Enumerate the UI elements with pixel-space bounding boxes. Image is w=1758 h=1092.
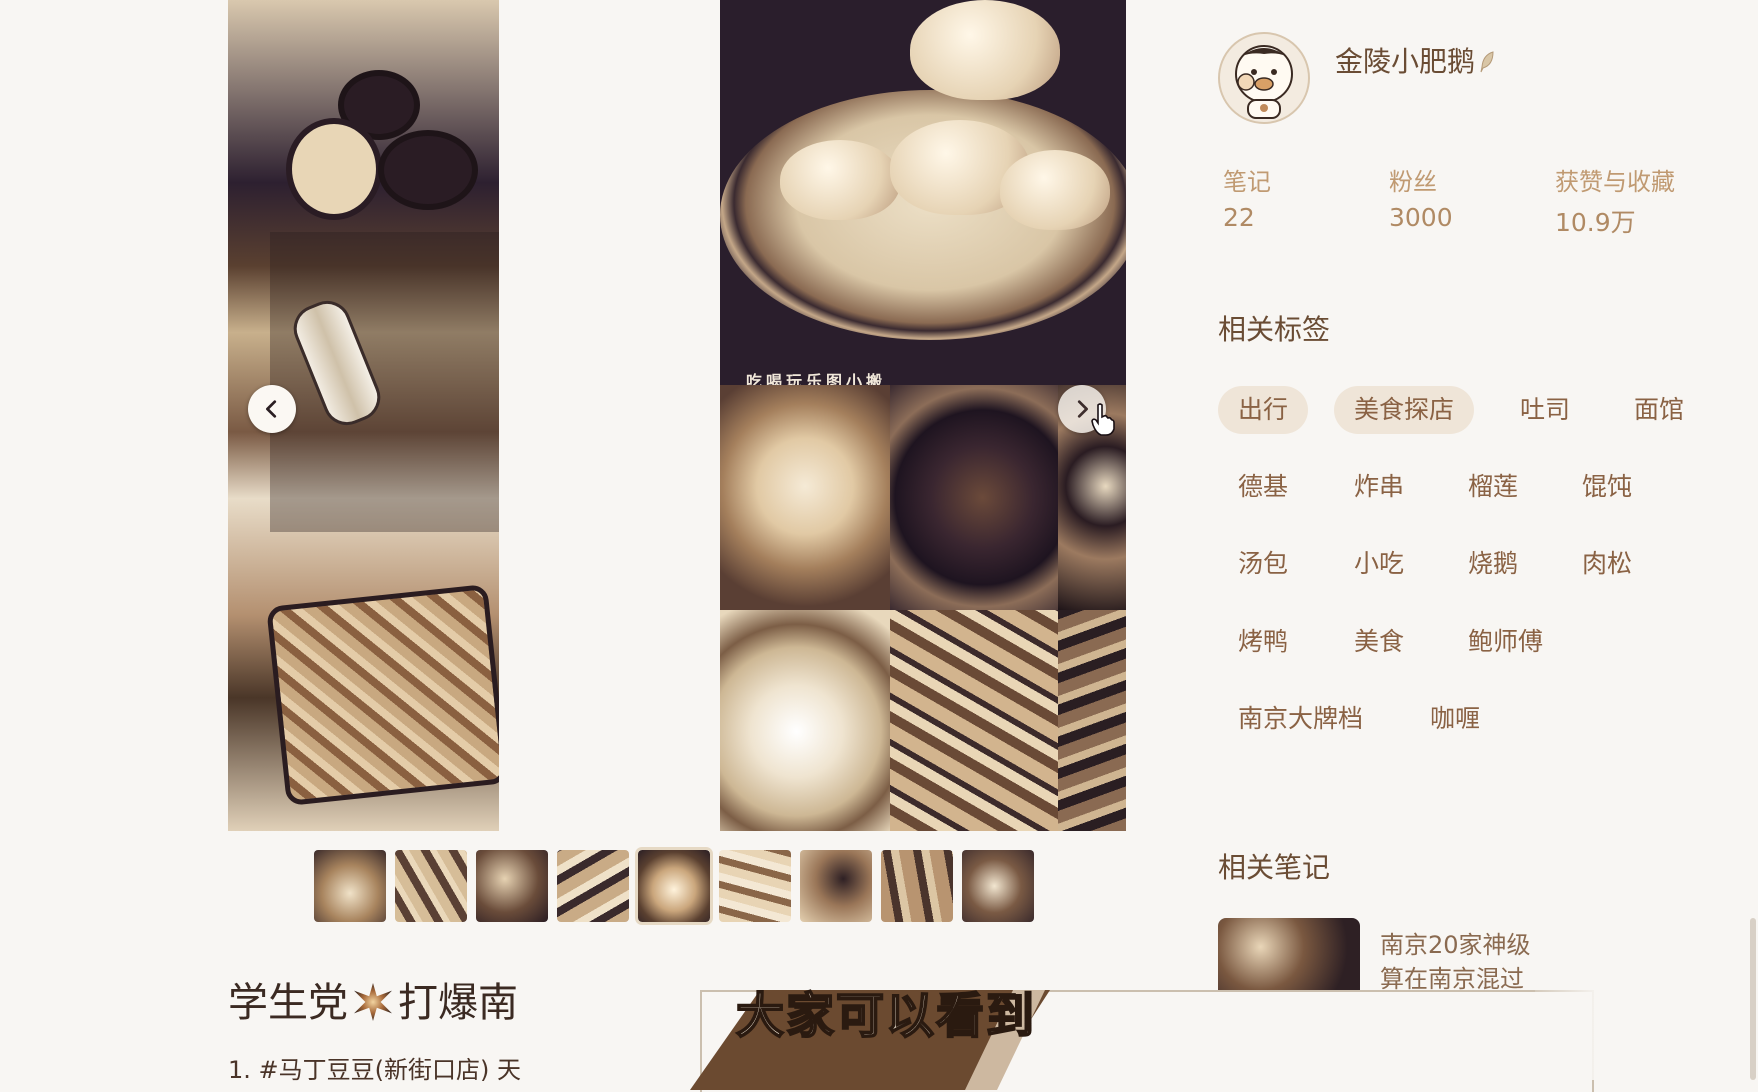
related-note-title[interactable]: 南京20家神级 算在南京混过 (1380, 928, 1535, 996)
feather-badge-icon (1480, 51, 1494, 73)
photo-dumpling (1000, 150, 1110, 230)
note-title-part1: 学生党 (228, 980, 348, 1026)
tag-item[interactable]: 烧鹅 (1448, 540, 1538, 588)
chevron-left-icon (266, 400, 277, 418)
photo-dumpling (780, 140, 900, 220)
related-tags-title: 相关标签 (1218, 313, 1331, 346)
thumbnail-active[interactable] (635, 847, 713, 925)
photo-bowl (378, 130, 478, 210)
tag-item[interactable]: 榴莲 (1448, 463, 1538, 511)
thumbnail[interactable] (314, 850, 386, 922)
stat-fans-label: 粉丝 (1389, 168, 1437, 196)
tag-item[interactable]: 咖喱 (1410, 695, 1500, 743)
stat-likes-value: 10.9万 (1555, 208, 1636, 237)
gallery-prev-button[interactable] (248, 385, 296, 433)
tag-item[interactable]: 馄饨 (1562, 463, 1652, 511)
tag-item[interactable]: 汤包 (1218, 540, 1308, 588)
photo-board (270, 232, 499, 532)
author-avatar[interactable] (1218, 32, 1310, 124)
thumbnail[interactable] (881, 850, 953, 922)
goose-avatar-icon (1235, 45, 1293, 119)
author-name[interactable]: 金陵小肥鹅 (1335, 40, 1497, 80)
thumbnail[interactable] (557, 850, 629, 922)
tag-item[interactable]: 烤鸭 (1218, 618, 1308, 666)
related-note-thumbnail[interactable] (1218, 918, 1360, 990)
video-subtitle: 大家可以看到 (735, 987, 1037, 1045)
tag-item[interactable]: 出行 (1218, 386, 1309, 434)
stat-likes: 获赞与收藏 10.9万 (1555, 162, 1675, 239)
tag-item[interactable]: 肉松 (1562, 540, 1652, 588)
photo-collage (720, 385, 1126, 831)
stat-fans: 粉丝 3000 (1389, 162, 1453, 232)
stat-notes-value: 22 (1223, 203, 1255, 232)
tag-item[interactable]: 面馆 (1614, 386, 1704, 434)
tag-item[interactable]: 小吃 (1334, 540, 1424, 588)
related-note-line2: 算在南京混过 (1380, 965, 1524, 993)
tag-item[interactable]: 美食 (1334, 618, 1424, 666)
edge-fade (1535, 880, 1758, 1080)
photo-tray (266, 583, 499, 807)
author-name-text: 金陵小肥鹅 (1335, 45, 1476, 78)
tag-item[interactable]: 美食探店 (1334, 386, 1475, 434)
photo-dumpling (910, 0, 1060, 100)
tag-item[interactable]: 吐司 (1500, 386, 1590, 434)
tag-item[interactable]: 鲍师傅 (1448, 618, 1563, 666)
collage-cell (890, 610, 1058, 831)
stat-fans-value: 3000 (1389, 203, 1453, 232)
thumbnail[interactable] (800, 850, 872, 922)
thumbnail[interactable] (719, 850, 791, 922)
tag-item[interactable]: 南京大牌档 (1218, 695, 1383, 743)
hand-cursor-icon (1091, 403, 1115, 436)
note-title: 学生党 打爆南 (228, 970, 518, 1028)
explosion-icon (354, 983, 392, 1021)
tag-item[interactable]: 德基 (1218, 463, 1308, 511)
note-title-part2: 打爆南 (398, 980, 518, 1026)
collage-cell (720, 385, 890, 610)
thumbnail[interactable] (962, 850, 1034, 922)
collage-cell (720, 610, 890, 831)
related-notes-title: 相关笔记 (1218, 851, 1331, 884)
stat-notes: 笔记 22 (1223, 162, 1271, 232)
thumbnail[interactable] (476, 850, 548, 922)
related-note-line1: 南京20家神级 (1380, 931, 1531, 959)
thumbnail[interactable] (395, 850, 467, 922)
collage-cell (1058, 610, 1126, 831)
collage-cell (890, 385, 1058, 610)
photo-bowl (286, 118, 382, 220)
thumbnail-strip (314, 847, 1034, 925)
stat-likes-label: 获赞与收藏 (1555, 168, 1675, 196)
scrollbar[interactable] (1750, 918, 1756, 1080)
tag-item[interactable]: 炸串 (1334, 463, 1424, 511)
stat-notes-label: 笔记 (1223, 168, 1271, 196)
